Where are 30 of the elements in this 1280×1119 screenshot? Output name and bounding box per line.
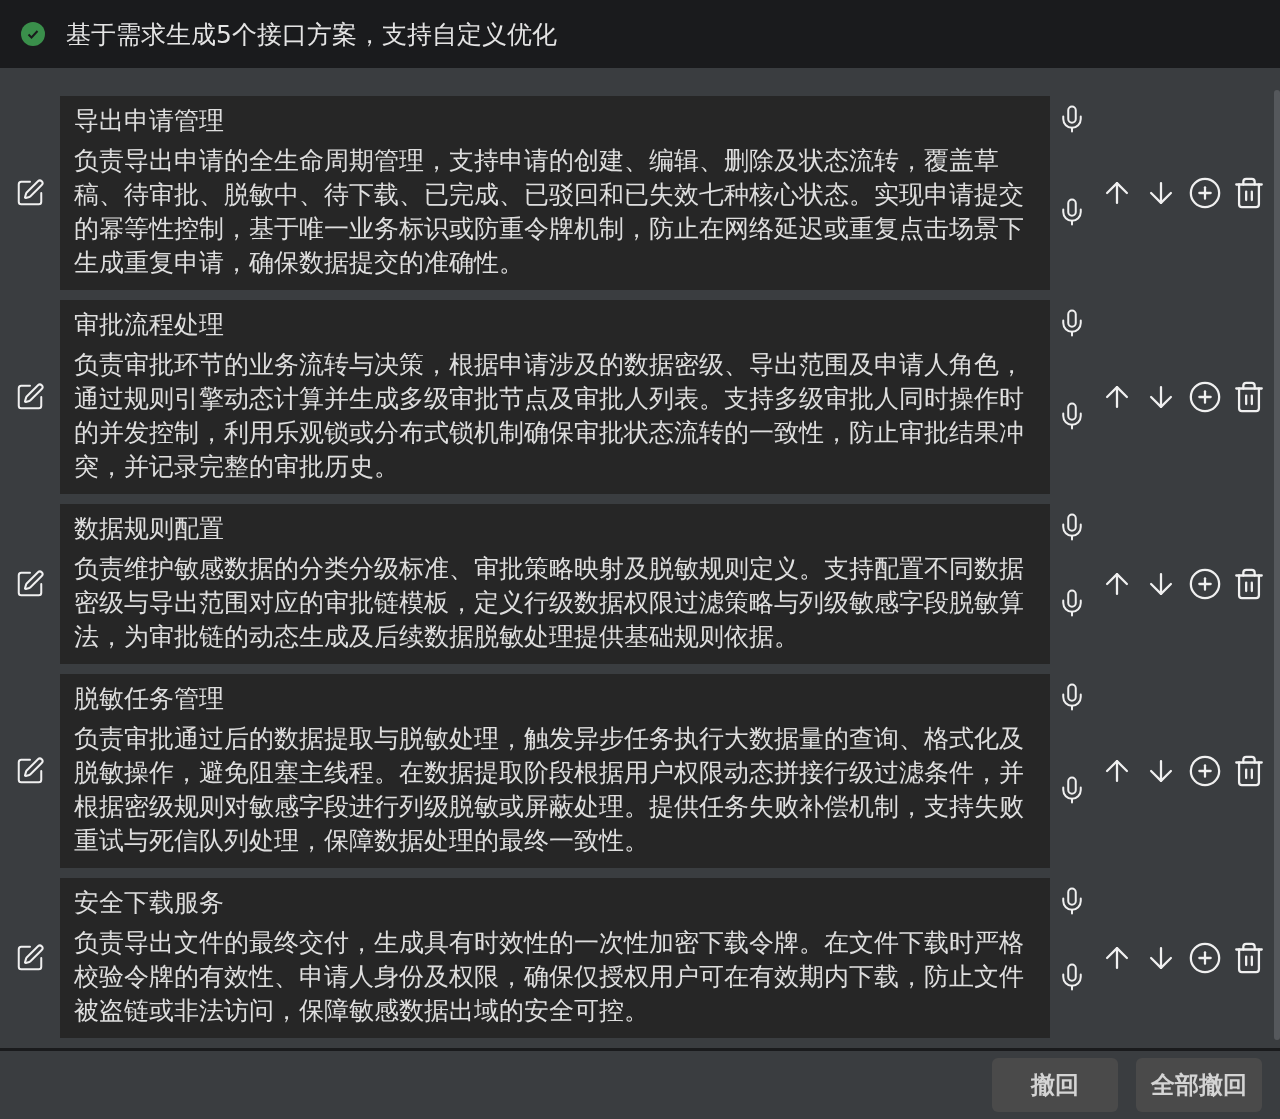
add-icon[interactable]	[1188, 567, 1222, 601]
edit-icon[interactable]	[15, 943, 45, 973]
solution-title: 审批流程处理	[74, 309, 225, 341]
success-check-icon	[20, 21, 46, 47]
add-icon[interactable]	[1188, 754, 1222, 788]
edit-icon[interactable]	[15, 569, 45, 599]
solution-title: 脱敏任务管理	[74, 683, 225, 715]
solution-title: 数据规则配置	[74, 513, 225, 545]
delete-icon[interactable]	[1232, 941, 1266, 975]
edit-icon[interactable]	[15, 178, 45, 208]
scrollbar[interactable]	[1274, 90, 1280, 1040]
add-icon[interactable]	[1188, 380, 1222, 414]
solution-title: 安全下载服务	[74, 887, 225, 919]
solution-description: 负责审批环节的业务流转与决策，根据申请涉及的数据密级、导出范围及申请人角色，通过规则引擎动态计算并生成多级审批节点及审批人列表。支持多级审批人同时操作时的并发控制，利用乐观锁或分布式锁机制确保审批状态流转的一致性，防止审批结果冲突，并记录完整的审批历史。	[74, 349, 1025, 483]
delete-icon[interactable]	[1232, 754, 1266, 788]
edit-icon[interactable]	[15, 382, 45, 412]
solution-description: 负责导出申请的全生命周期管理，支持申请的创建、编辑、删除及状态流转，覆盖草稿、待审批、脱敏中、待下载、已完成、已驳回和已失效七种核心状态。实现申请提交的幂等性控制，基于唯一业务标识或防重令牌机制，防止在网络延迟或重复点击场景下生成重复申请，确保数据提交的准确性。	[74, 145, 1025, 279]
undo-button[interactable]: 撤回	[992, 1058, 1118, 1112]
add-icon[interactable]	[1188, 176, 1222, 210]
delete-icon[interactable]	[1232, 380, 1266, 414]
status-message: 基于需求生成5个接口方案，支持自定义优化	[66, 18, 557, 51]
solution-description: 负责审批通过后的数据提取与脱敏处理，触发异步任务执行大数据量的查询、格式化及脱敏操作，避免阻塞主线程。在数据提取阶段根据用户权限动态拼接行级过滤条件，并根据密级规则对敏感字段进行列级脱敏或屏蔽处理。提供任务失败补偿机制，支持失败重试与死信队列处理，保障数据处理的最终一致性。	[74, 723, 1025, 857]
delete-icon[interactable]	[1232, 567, 1266, 601]
undo-button[interactable]: 全部撤回	[1136, 1058, 1262, 1112]
edit-icon[interactable]	[15, 756, 45, 786]
solution-description: 负责导出文件的最终交付，生成具有时效性的一次性加密下载令牌。在文件下载时严格校验令牌的有效性、申请人身份及权限，确保仅授权用户可在有效期内下载，防止文件被盗链或非法访问，保障敏感数据出域的安全可控。	[74, 927, 1025, 1027]
solution-description: 负责维护敏感数据的分类分级标准、审批策略映射及脱敏规则定义。支持配置不同数据密级与导出范围对应的审批链模板，定义行级数据权限过滤策略与列级敏感字段脱敏算法，为审批链的动态生成及后续数据脱敏处理提供基础规则依据。	[74, 553, 1025, 653]
add-icon[interactable]	[1188, 941, 1222, 975]
delete-icon[interactable]	[1232, 176, 1266, 210]
solution-title: 导出申请管理	[74, 105, 225, 137]
